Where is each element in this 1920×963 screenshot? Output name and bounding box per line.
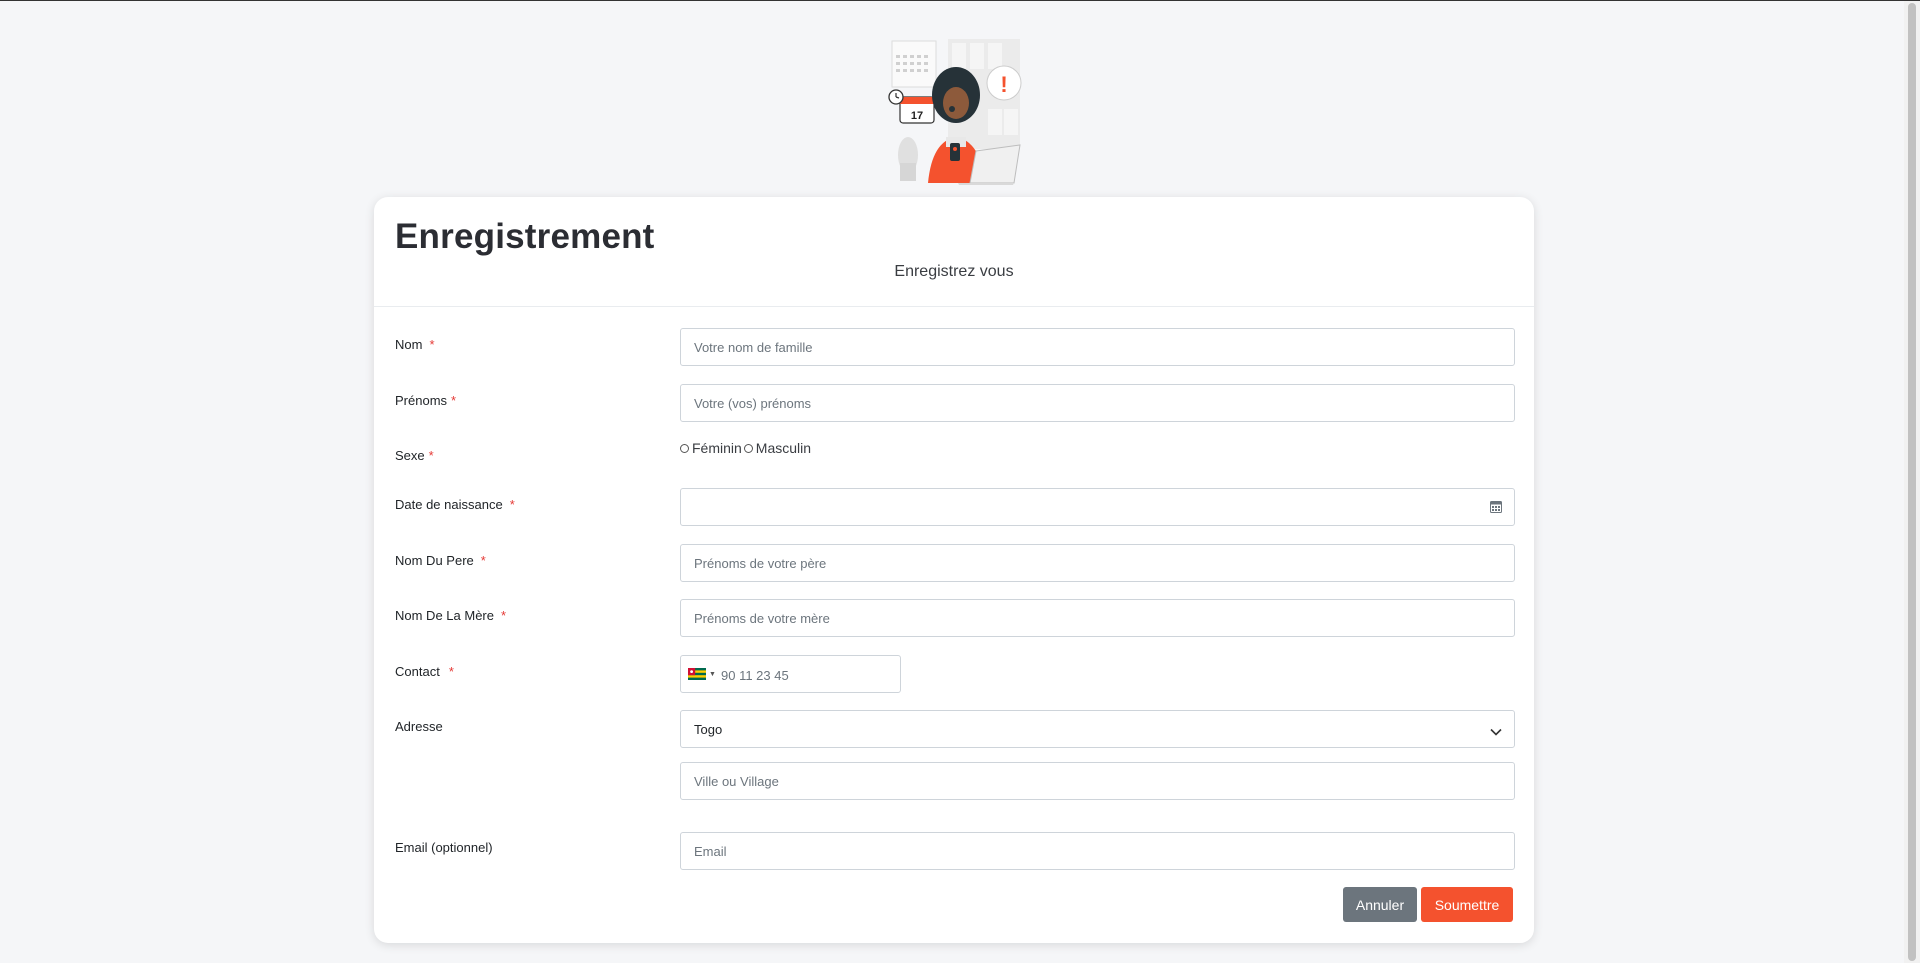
adresse-label: Adresse [395,719,443,734]
radio-feminin[interactable]: Féminin [680,440,742,456]
sexe-label: Sexe * [395,448,434,463]
required-marker: * [429,337,435,352]
page-title: Enregistrement [395,217,655,256]
submit-button[interactable]: Soumettre [1421,887,1513,922]
ville-input[interactable] [680,762,1515,800]
required-marker: * [428,448,434,463]
date-naissance-input[interactable] [680,488,1515,526]
required-marker: * [451,393,457,408]
contact-input[interactable] [719,656,893,694]
country-code-dropdown[interactable]: ▼ [688,668,716,680]
cancel-button[interactable]: Annuler [1343,887,1417,922]
nom-input[interactable] [680,328,1515,366]
page-subtitle: Enregistrez vous [894,263,1014,280]
nom-mere-input[interactable] [680,599,1515,637]
country-select[interactable]: Togo [680,710,1515,748]
chevron-down-icon [1490,723,1502,741]
email-label: Email (optionnel) [395,840,493,855]
required-marker: * [480,553,486,568]
country-select-value: Togo [694,722,723,737]
svg-text:!: ! [1000,72,1007,97]
nom-pere-label: Nom Du Pere * [395,553,486,568]
svg-text:17: 17 [911,110,923,122]
nom-pere-input[interactable] [680,544,1515,582]
togo-flag-icon [688,668,706,680]
required-marker: * [500,608,507,623]
registration-card: Enregistrement Enregistrez vous Nom* Pré… [374,197,1534,943]
contact-label: Contact * [395,664,454,679]
scrollbar-thumb[interactable] [1908,3,1916,961]
calendar-icon[interactable] [1490,500,1502,516]
header-illustration: 17 ! [886,37,1032,187]
contact-phone-field: ▼ [680,655,901,694]
prenoms-label: Prénoms * [395,393,457,408]
date-naissance-label: Date de naissance * [395,497,515,512]
sexe-radio-group: Féminin Masculin [680,440,813,456]
prenoms-input[interactable] [680,384,1515,422]
page-scrollbar[interactable] [1904,1,1920,963]
email-input[interactable] [680,832,1515,870]
card-header: Enregistrement Enregistrez vous [374,197,1534,307]
radio-circle[interactable] [743,443,753,453]
required-marker: * [448,664,454,679]
required-marker: * [509,497,515,512]
nom-label: Nom * [395,337,435,352]
caret-down-icon: ▼ [709,670,716,678]
nom-mere-label: Nom De La Mère * [395,608,507,623]
radio-masculin[interactable]: Masculin [743,440,811,456]
radio-circle[interactable] [680,443,689,453]
